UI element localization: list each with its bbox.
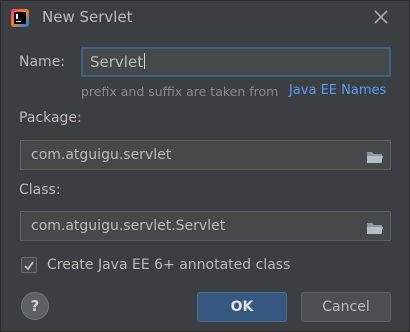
name-label: Name: bbox=[19, 54, 66, 70]
ok-button[interactable]: OK bbox=[197, 292, 287, 322]
checkmark-icon bbox=[24, 261, 34, 271]
folder-icon[interactable] bbox=[366, 218, 384, 234]
package-field[interactable]: com.atguigu.servlet bbox=[20, 140, 391, 170]
text-caret bbox=[144, 53, 146, 69]
folder-icon[interactable] bbox=[366, 147, 384, 163]
dialog-title: New Servlet bbox=[42, 8, 133, 26]
new-servlet-dialog: New Servlet Name: Servlet prefix and suf… bbox=[0, 0, 410, 332]
class-label: Class: bbox=[19, 182, 61, 198]
java-ee-names-link[interactable]: Java EE Names bbox=[289, 83, 386, 98]
class-field[interactable]: com.atguigu.servlet.Servlet bbox=[20, 211, 391, 241]
close-icon[interactable] bbox=[371, 7, 391, 27]
annotated-class-checkbox[interactable] bbox=[21, 257, 37, 273]
title-bar: New Servlet bbox=[1, 1, 410, 35]
help-button[interactable]: ? bbox=[21, 292, 49, 320]
intellij-idea-icon bbox=[11, 9, 29, 27]
cancel-button[interactable]: Cancel bbox=[301, 292, 391, 322]
annotated-class-label[interactable]: Create Java EE 6+ annotated class bbox=[47, 257, 290, 273]
naming-hint: prefix and suffix are taken from bbox=[81, 84, 279, 99]
package-label: Package: bbox=[19, 110, 82, 126]
package-field-value: com.atguigu.servlet bbox=[31, 147, 172, 163]
class-field-value: com.atguigu.servlet.Servlet bbox=[31, 218, 226, 234]
name-input[interactable]: Servlet bbox=[81, 47, 391, 77]
name-input-value: Servlet bbox=[90, 53, 144, 71]
